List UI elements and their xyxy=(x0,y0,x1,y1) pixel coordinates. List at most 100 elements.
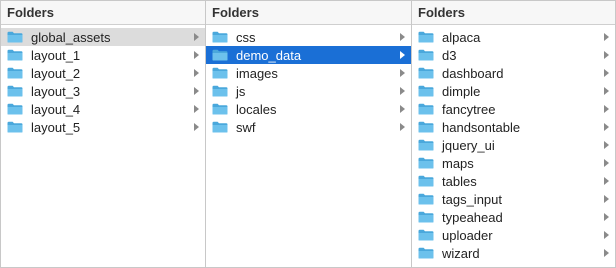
folder-icon xyxy=(7,85,23,97)
chevron-right-icon[interactable] xyxy=(604,177,609,185)
folder-row[interactable]: swf xyxy=(206,118,411,136)
folder-row[interactable]: locales xyxy=(206,100,411,118)
chevron-right-icon[interactable] xyxy=(400,105,405,113)
folder-row[interactable]: uploader xyxy=(412,226,615,244)
folder-label: tags_input xyxy=(442,191,502,207)
folder-icon xyxy=(212,49,228,61)
folder-icon xyxy=(212,85,228,97)
chevron-right-icon[interactable] xyxy=(604,105,609,113)
chevron-right-icon[interactable] xyxy=(400,33,405,41)
folder-row[interactable]: demo_data xyxy=(206,46,411,64)
folder-label: demo_data xyxy=(236,47,302,63)
chevron-right-icon[interactable] xyxy=(194,87,199,95)
folder-row[interactable]: tables xyxy=(412,172,615,190)
chevron-right-icon[interactable] xyxy=(604,123,609,131)
folder-row[interactable]: typeahead xyxy=(412,208,615,226)
folder-row[interactable]: handsontable xyxy=(412,118,615,136)
folder-row[interactable]: d3 xyxy=(412,46,615,64)
chevron-right-icon[interactable] xyxy=(194,123,199,131)
folder-row[interactable]: alpaca xyxy=(412,28,615,46)
folder-icon xyxy=(418,175,434,187)
column-2[interactable]: Folders css demo_data images js locales swf xyxy=(206,1,412,267)
folder-row[interactable]: tags_input xyxy=(412,190,615,208)
folder-icon xyxy=(418,247,434,259)
folder-row[interactable]: layout_5 xyxy=(1,118,205,136)
folder-label: swf xyxy=(236,119,256,135)
folder-label: js xyxy=(236,83,246,99)
folder-label: global_assets xyxy=(31,29,111,45)
chevron-right-icon[interactable] xyxy=(400,123,405,131)
chevron-right-icon[interactable] xyxy=(604,159,609,167)
folder-label: wizard xyxy=(442,245,480,261)
chevron-right-icon[interactable] xyxy=(604,213,609,221)
chevron-right-icon[interactable] xyxy=(604,249,609,257)
folder-label: dimple xyxy=(442,83,481,99)
column-header: Folders xyxy=(206,1,411,25)
folder-label: css xyxy=(236,29,256,45)
folder-label: handsontable xyxy=(442,119,521,135)
folder-list: css demo_data images js locales swf xyxy=(206,25,411,136)
folder-icon xyxy=(418,121,434,133)
folder-label: alpaca xyxy=(442,29,481,45)
folder-row[interactable]: wizard xyxy=(412,244,615,262)
folder-label: jquery_ui xyxy=(442,137,495,153)
folder-label: layout_5 xyxy=(31,119,81,135)
chevron-right-icon[interactable] xyxy=(604,51,609,59)
chevron-right-icon[interactable] xyxy=(400,69,405,77)
folder-row[interactable]: fancytree xyxy=(412,100,615,118)
chevron-right-icon[interactable] xyxy=(604,231,609,239)
folder-label: locales xyxy=(236,101,277,117)
column-header: Folders xyxy=(412,1,615,25)
folder-icon xyxy=(418,139,434,151)
chevron-right-icon[interactable] xyxy=(400,87,405,95)
folder-icon xyxy=(7,103,23,115)
column-1[interactable]: Folders global_assets layout_1 layout_2lay… xyxy=(1,1,206,267)
folder-icon xyxy=(418,103,434,115)
folder-icon xyxy=(418,157,434,169)
chevron-right-icon[interactable] xyxy=(194,69,199,77)
chevron-right-icon[interactable] xyxy=(194,105,199,113)
folder-row[interactable]: jquery_ui xyxy=(412,136,615,154)
folder-icon xyxy=(7,67,23,79)
folder-list: global_assets layout_1 layout_2 layout_3lay… xyxy=(1,25,205,136)
folder-row[interactable]: layout_4 xyxy=(1,100,205,118)
chevron-right-icon[interactable] xyxy=(604,87,609,95)
chevron-right-icon[interactable] xyxy=(400,51,405,59)
chevron-right-icon[interactable] xyxy=(604,195,609,203)
column-3[interactable]: Folders alpaca d3 dashboard dimple fancytree… xyxy=(412,1,615,267)
chevron-right-icon[interactable] xyxy=(604,69,609,77)
folder-row[interactable]: maps xyxy=(412,154,615,172)
chevron-right-icon[interactable] xyxy=(604,141,609,149)
folder-row[interactable]: layout_2 xyxy=(1,64,205,82)
folder-row[interactable]: dashboard xyxy=(412,64,615,82)
folder-icon xyxy=(212,121,228,133)
folder-label: layout_4 xyxy=(31,101,81,117)
folder-icon xyxy=(418,85,434,97)
folder-label: tables xyxy=(442,173,477,189)
folder-row[interactable]: js xyxy=(206,82,411,100)
folder-icon xyxy=(418,49,434,61)
folder-icon xyxy=(418,193,434,205)
folder-icon xyxy=(7,121,23,133)
column-browser: Folders global_assets layout_1 layout_2lay… xyxy=(0,0,616,268)
folder-row[interactable]: layout_1 xyxy=(1,46,205,64)
folder-label: layout_1 xyxy=(31,47,81,63)
folder-row[interactable]: global_assets xyxy=(1,28,205,46)
folder-label: uploader xyxy=(442,227,493,243)
chevron-right-icon[interactable] xyxy=(604,33,609,41)
folder-icon xyxy=(418,67,434,79)
column-header: Folders xyxy=(1,1,205,25)
folder-icon xyxy=(212,31,228,43)
folder-label: layout_3 xyxy=(31,83,81,99)
chevron-right-icon[interactable] xyxy=(194,51,199,59)
folder-label: maps xyxy=(442,155,474,171)
folder-icon xyxy=(212,67,228,79)
chevron-right-icon[interactable] xyxy=(194,33,199,41)
folder-list: alpaca d3 dashboard dimple fancytree handsont… xyxy=(412,25,615,262)
folder-row[interactable]: css xyxy=(206,28,411,46)
folder-row[interactable]: dimple xyxy=(412,82,615,100)
folder-label: layout_2 xyxy=(31,65,81,81)
folder-label: d3 xyxy=(442,47,457,63)
folder-row[interactable]: images xyxy=(206,64,411,82)
folder-row[interactable]: layout_3 xyxy=(1,82,205,100)
